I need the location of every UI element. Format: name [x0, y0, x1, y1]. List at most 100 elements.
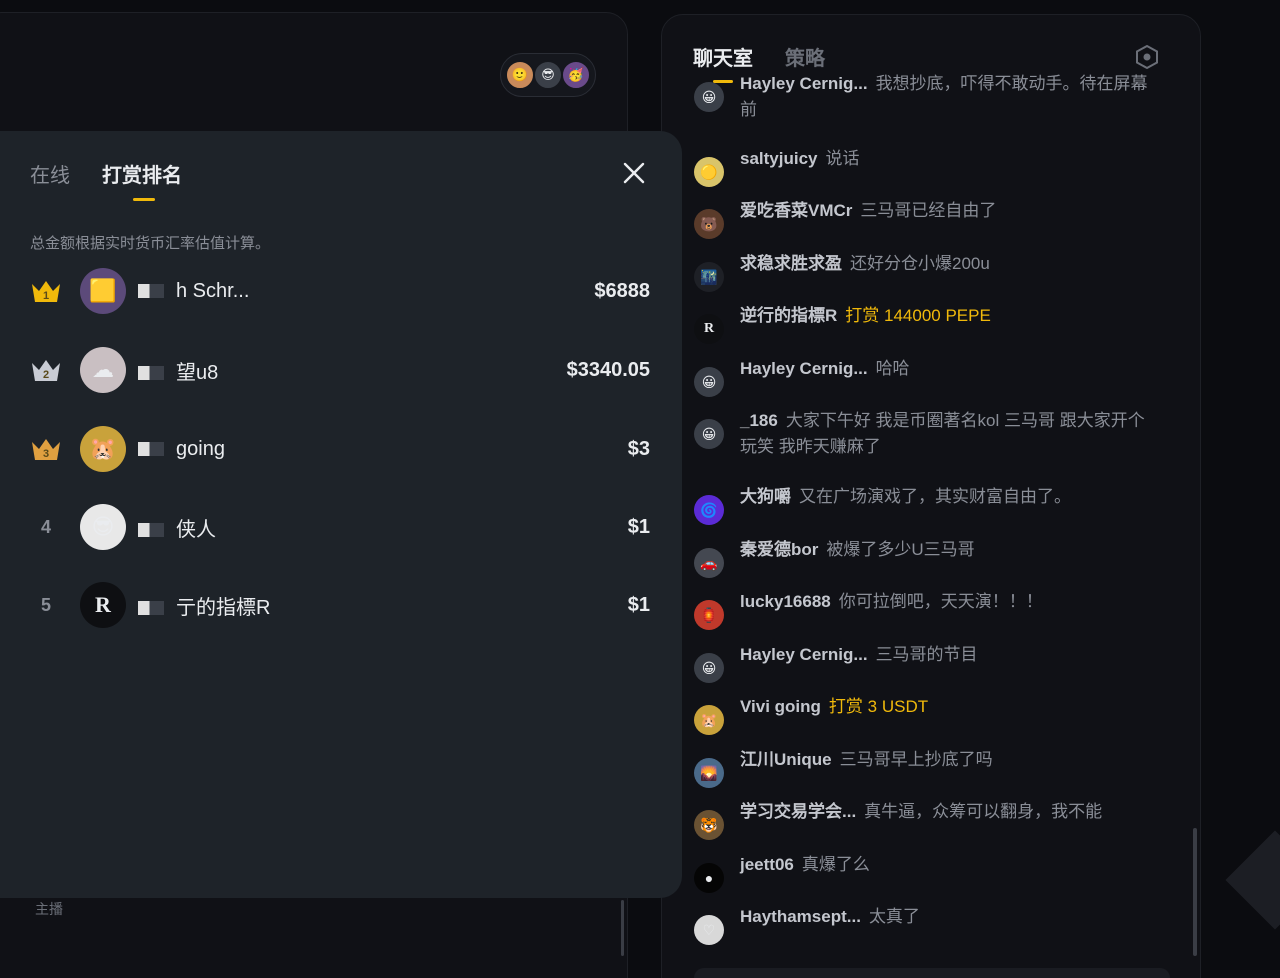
chat-text: 大家下午好 我是币圈著名kol 三马哥 跟大家开个玩笑 我昨天赚麻了 [740, 411, 1145, 456]
chat-username[interactable]: Vivi going [740, 697, 821, 716]
tab-chat-room[interactable]: 聊天室 [693, 42, 753, 83]
tip-amount: $1 [627, 593, 650, 616]
tab-online[interactable]: 在线 [30, 159, 70, 188]
user-avatar[interactable]: ☁ [80, 347, 126, 393]
chat-message: R 逆行的指標R 打赏 144000 PEPE [694, 306, 1164, 344]
ranking-username: 亍的指標R [138, 591, 628, 620]
crown-icon: 3 [30, 433, 62, 465]
user-avatar[interactable]: ♡ [694, 915, 724, 945]
chat-username[interactable]: Hayley Cernig... [740, 359, 868, 378]
ranking-username-text: 亍的指標R [176, 596, 271, 619]
user-avatar[interactable]: 🚗 [694, 548, 724, 578]
ranking-username-text: going [176, 437, 225, 460]
tab-tip-ranking[interactable]: 打赏排名 [102, 159, 182, 201]
user-avatar[interactable]: R [80, 582, 126, 628]
chat-username[interactable]: 爱吃香菜VMCr [740, 201, 852, 220]
chat-username[interactable]: saltyjuicy [740, 149, 818, 168]
tip-amount: $3 [627, 437, 650, 460]
chat-text: 真爆了么 [801, 855, 870, 874]
chat-input[interactable] [694, 968, 1170, 978]
chat-username[interactable]: lucky16688 [740, 592, 831, 611]
user-avatar[interactable]: 🟨 [80, 268, 126, 314]
chat-username[interactable]: Hayley Cernig... [740, 74, 868, 93]
chat-message-body: Haythamsept... 太真了 [740, 904, 1160, 930]
tip-amount: $6888 [594, 279, 650, 302]
user-avatar[interactable]: 😀 [694, 419, 724, 449]
ranking-username: 侠人 [138, 513, 628, 542]
ranking-row[interactable]: 5 R 亍的指標R $1 [30, 582, 650, 628]
hexagon-settings-icon[interactable] [1134, 44, 1160, 70]
chat-username[interactable]: 逆行的指標R [740, 306, 837, 325]
redaction-mark [138, 284, 164, 299]
close-icon[interactable] [620, 159, 648, 187]
chat-username[interactable]: Hayley Cernig... [740, 645, 868, 664]
ranking-username: going [138, 438, 628, 461]
chat-text: 说话 [825, 149, 860, 168]
chat-username[interactable]: 学习交易学会... [740, 802, 856, 821]
user-avatar[interactable]: R [694, 314, 724, 344]
user-avatar[interactable]: 🐻 [694, 209, 724, 239]
chat-message: 🏮 lucky16688 你可拉倒吧，天天演！！！ [694, 592, 1164, 630]
chat-text: 太真了 [868, 907, 920, 926]
chat-message-body: Hayley Cernig... 哈哈 [740, 356, 1160, 382]
svg-text:3: 3 [43, 448, 49, 460]
chat-message-body: saltyjuicy 说话 [740, 146, 1160, 172]
redaction-mark [138, 601, 164, 616]
user-avatar[interactable]: 🐹 [80, 426, 126, 472]
ranking-row[interactable]: 3 🐹 going $3 [30, 426, 650, 472]
chat-username[interactable]: 求稳求胜求盈 [740, 254, 842, 273]
chat-message: 😀 Hayley Cernig... 三马哥的节目 [694, 645, 1164, 683]
rank-number: 4 [40, 516, 51, 537]
ranking-row[interactable]: 4 😎 侠人 $1 [30, 504, 650, 550]
user-avatar[interactable]: 😀 [694, 653, 724, 683]
user-avatar[interactable]: 🌃 [694, 262, 724, 292]
chat-message: 🐻 爱吃香菜VMCr 三马哥已经自由了 [694, 201, 1164, 239]
chat-username[interactable]: Haythamsept... [740, 907, 861, 926]
chat-tabs: 聊天室 策略 [693, 42, 825, 83]
tab-strategy[interactable]: 策略 [785, 42, 825, 71]
user-avatar[interactable]: 🌀 [694, 495, 724, 525]
chat-message-body: 秦爱德bor 被爆了多少U三马哥 [740, 537, 1160, 563]
svg-text:2: 2 [43, 369, 49, 381]
chat-message-body: 江川Unique 三马哥早上抄底了吗 [740, 747, 1160, 773]
chat-message-body: Hayley Cernig... 三马哥的节目 [740, 642, 1160, 668]
user-avatar[interactable]: 🌄 [694, 758, 724, 788]
chat-username[interactable]: 江川Unique [740, 750, 832, 769]
user-avatar[interactable]: 🟡 [694, 157, 724, 187]
tip-amount: $3340.05 [566, 358, 650, 381]
viewer-avatar-stack[interactable]: 🙂 😎 🥳 [500, 53, 596, 97]
decorative-diamond [1225, 830, 1280, 930]
user-avatar[interactable]: 🐹 [694, 705, 724, 735]
chat-message-body: Vivi going 打赏 3 USDT [740, 694, 1160, 720]
chat-username[interactable]: 秦爱德bor [740, 540, 818, 559]
chat-text: 又在广场演戏了，其实财富自由了。 [799, 487, 1071, 506]
user-avatar[interactable]: ● [694, 863, 724, 893]
chat-text: 真牛逼，众筹可以翻身，我不能 [864, 802, 1103, 821]
chat-text: 被爆了多少U三马哥 [826, 540, 975, 559]
chat-message: 😀 _186 大家下午好 我是币圈著名kol 三马哥 跟大家开个玩笑 我昨天赚麻了 [694, 411, 1164, 460]
chat-message-body: lucky16688 你可拉倒吧，天天演！！！ [740, 589, 1160, 615]
chat-username[interactable]: 大狗嚼 [740, 487, 791, 506]
viewer-avatar: 🥳 [561, 60, 591, 90]
chat-username[interactable]: jeett06 [740, 855, 794, 874]
user-avatar[interactable]: 😎 [80, 504, 126, 550]
chat-message: 😀 Hayley Cernig... 我想抄底，吓得不敢动手。待在屏幕前 [694, 74, 1164, 123]
ranking-row[interactable]: 1 🟨 h Schr... $6888 [30, 268, 650, 314]
user-avatar[interactable]: 😀 [694, 367, 724, 397]
chat-message: 🚗 秦爱德bor 被爆了多少U三马哥 [694, 540, 1164, 578]
chat-message: 🌀 大狗嚼 又在广场演戏了，其实财富自由了。 [694, 487, 1164, 525]
chat-message: 🐯 学习交易学会... 真牛逼，众筹可以翻身，我不能 [694, 802, 1164, 840]
svg-text:1: 1 [43, 290, 49, 302]
user-avatar[interactable]: 🏮 [694, 600, 724, 630]
left-scrollbar[interactable] [621, 900, 624, 956]
modal-tabs: 在线 打赏排名 [30, 159, 182, 201]
chat-username[interactable]: _186 [740, 411, 778, 430]
user-avatar[interactable]: 🐯 [694, 810, 724, 840]
chat-text: 三马哥的节目 [875, 645, 978, 664]
ranking-row[interactable]: 2 ☁ 望u8 $3340.05 [30, 347, 650, 393]
user-avatar[interactable]: 😀 [694, 82, 724, 112]
chat-scrollbar[interactable] [1193, 828, 1197, 956]
ranking-username-text: h Schr... [176, 279, 250, 302]
redaction-mark [138, 442, 164, 457]
chat-text: 哈哈 [875, 359, 910, 378]
